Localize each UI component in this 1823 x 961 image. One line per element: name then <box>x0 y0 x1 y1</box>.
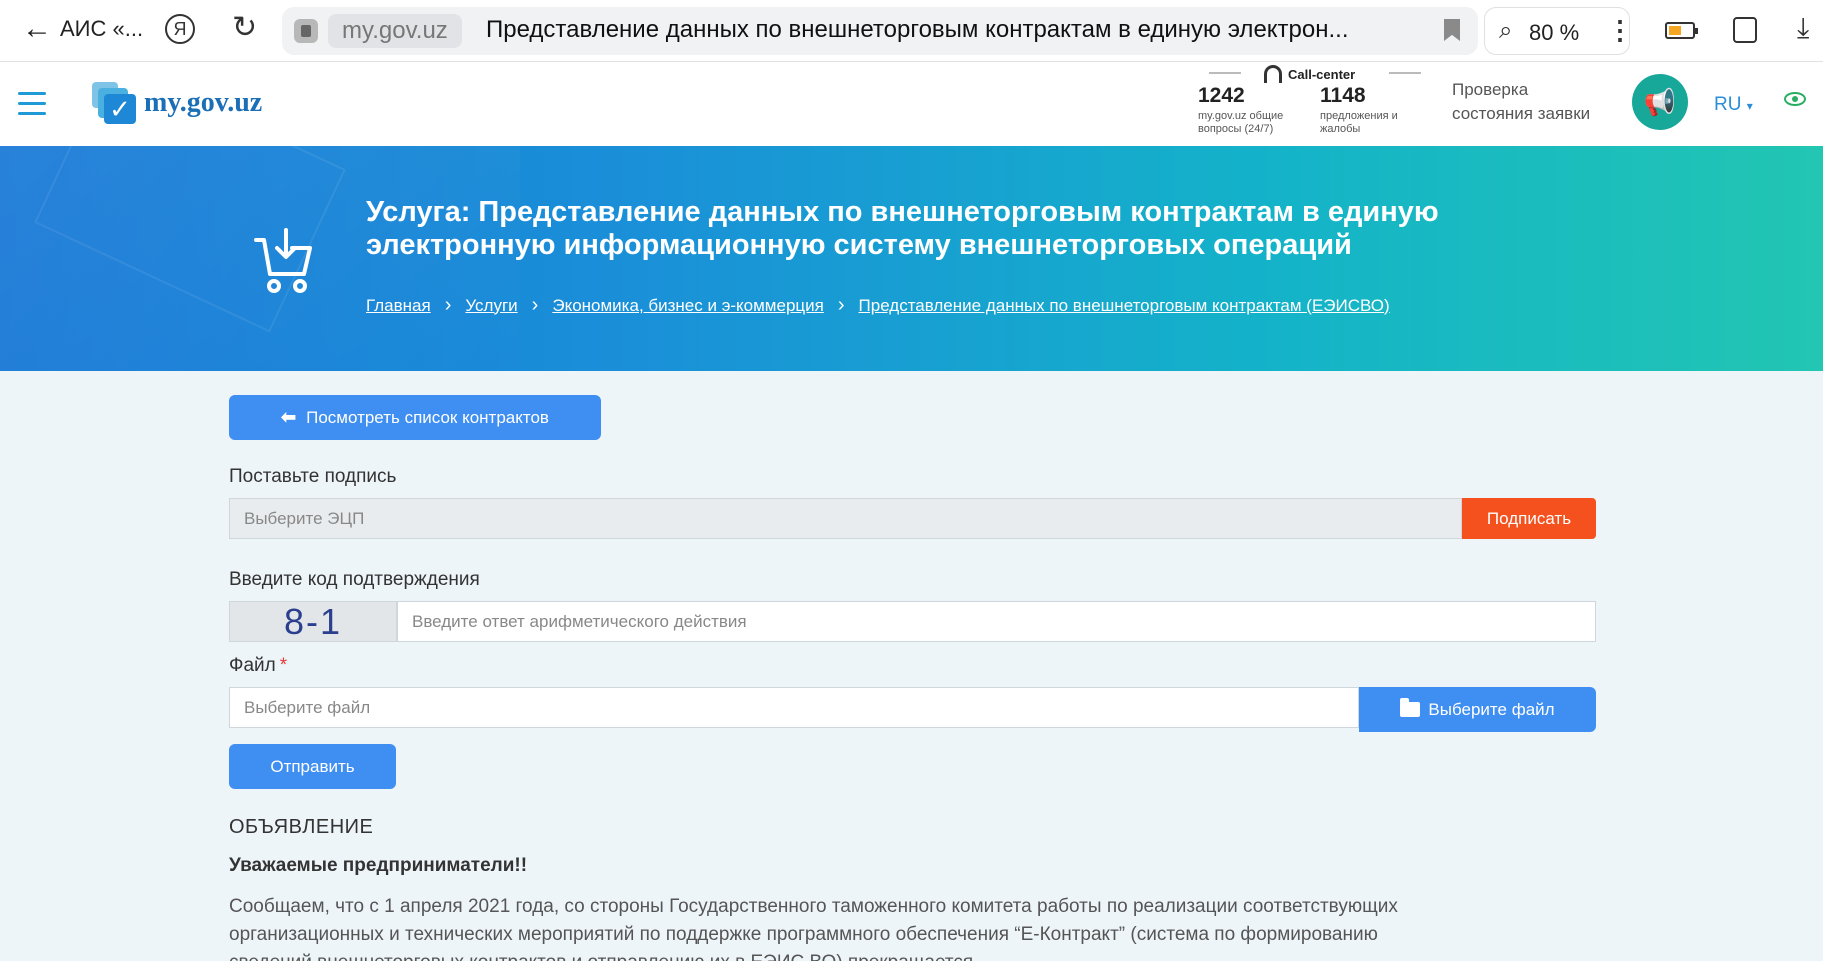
view-contracts-button[interactable]: ⬅ Посмотреть список контрактов <box>229 395 601 440</box>
announcement-title: ОБЪЯВЛЕНИЕ <box>229 816 374 838</box>
download-icon[interactable]: ⤓ <box>1797 12 1809 45</box>
stat-number: 1148 <box>1320 84 1366 107</box>
code-label: Введите код подтверждения <box>229 569 480 590</box>
lock-icon[interactable] <box>294 19 318 43</box>
status-check-link[interactable]: Проверка состояния заявки <box>1452 78 1590 126</box>
captcha-input[interactable]: Введите ответ арифметического действия <box>397 601 1596 642</box>
yandex-icon[interactable]: Я <box>165 14 195 44</box>
bookmark-icon[interactable] <box>1444 19 1460 41</box>
copy-icon[interactable] <box>1733 17 1757 43</box>
breadcrumb-home[interactable]: Главная <box>366 296 431 316</box>
arrow-left-icon: ⬅ <box>281 407 297 427</box>
hamburger-icon[interactable] <box>18 92 46 116</box>
megaphone-icon[interactable]: 📢 <box>1632 74 1688 130</box>
file-input[interactable]: Выберите файл <box>229 687 1359 728</box>
address-bar[interactable]: my.gov.uz Представление данных по внешне… <box>282 7 1478 55</box>
stat-divider <box>1209 72 1241 74</box>
browser-toolbar: ← АИС «... Я ↻ my.gov.uz Представление д… <box>0 0 1823 62</box>
service-banner: Услуга: Представление данных по внешнето… <box>0 146 1823 371</box>
address-domain: my.gov.uz <box>328 14 462 48</box>
stat-number: 1242 <box>1198 84 1245 107</box>
address-page-title: Представление данных по внешнеторговым к… <box>486 16 1349 43</box>
call-center-label: Call-center <box>1288 66 1356 82</box>
announcement-greeting: Уважаемые предприниматели!! <box>229 855 528 876</box>
view-contracts-label: Посмотреть список контрактов <box>306 407 549 427</box>
submit-button[interactable]: Отправить <box>229 744 396 789</box>
stat-label: my.gov.uz общие вопросы (24/7) <box>1198 110 1284 135</box>
headset-icon <box>1264 65 1282 83</box>
zoom-control[interactable]: ⌕ 80 % ⋮ <box>1484 7 1633 55</box>
logo-mark: ✓ <box>92 82 136 124</box>
zoom-level: 80 % <box>1529 20 1580 45</box>
reload-icon[interactable]: ↻ <box>232 10 257 45</box>
call-center: Call-center <box>1264 65 1355 83</box>
kebab-menu-icon[interactable]: ⋮ <box>1607 15 1633 46</box>
site-logo[interactable]: ✓ my.gov.uz <box>92 82 262 124</box>
breadcrumb-category[interactable]: Экономика, бизнес и э-коммерция <box>552 296 824 316</box>
browser-back-button[interactable]: ← АИС «... <box>22 14 143 44</box>
battery-icon <box>1665 22 1698 39</box>
language-select[interactable]: RU ▾ <box>1714 94 1753 116</box>
breadcrumb: Главная › Услуги › Экономика, бизнес и э… <box>366 294 1390 317</box>
stat-general-questions[interactable]: 1242 my.gov.uz общие вопросы (24/7) <box>1198 84 1283 136</box>
chevron-right-icon: › <box>837 294 845 316</box>
chevron-right-icon: › <box>531 294 539 316</box>
back-tab-label: АИС «... <box>60 16 144 41</box>
eye-icon[interactable] <box>1784 92 1806 106</box>
sign-button[interactable]: Подписать <box>1462 498 1596 539</box>
announcement-body: Сообщаем, что с 1 апреля 2021 года, со с… <box>229 896 1398 961</box>
file-label: Файл * <box>229 655 288 676</box>
choose-file-button[interactable]: Выберите файл <box>1359 687 1596 732</box>
back-arrow-icon: ← <box>22 12 52 45</box>
stat-complaints[interactable]: 1148 предложения и жалобы <box>1320 84 1398 136</box>
chevron-right-icon: › <box>444 294 452 316</box>
signature-label: Поставьте подпись <box>229 466 397 487</box>
signature-select[interactable]: Выберите ЭЦП <box>229 498 1462 539</box>
cart-icon <box>254 228 312 293</box>
language-value: RU <box>1714 94 1742 115</box>
search-zoom-icon: ⌕ <box>1499 17 1513 44</box>
chevron-down-icon: ▾ <box>1746 99 1753 113</box>
stat-label: предложения и жалобы <box>1320 110 1398 135</box>
captcha-image: 8-1 <box>229 601 397 642</box>
breadcrumb-current[interactable]: Представление данных по внешнеторговым к… <box>859 296 1390 316</box>
stat-divider <box>1389 72 1421 74</box>
breadcrumb-services[interactable]: Услуги <box>465 296 517 316</box>
choose-file-label: Выберите файл <box>1428 699 1555 719</box>
folder-open-icon <box>1400 698 1421 717</box>
logo-text: my.gov.uz <box>144 87 263 118</box>
required-mark: * <box>279 655 288 676</box>
service-title: Услуга: Представление данных по внешнето… <box>366 196 1439 261</box>
